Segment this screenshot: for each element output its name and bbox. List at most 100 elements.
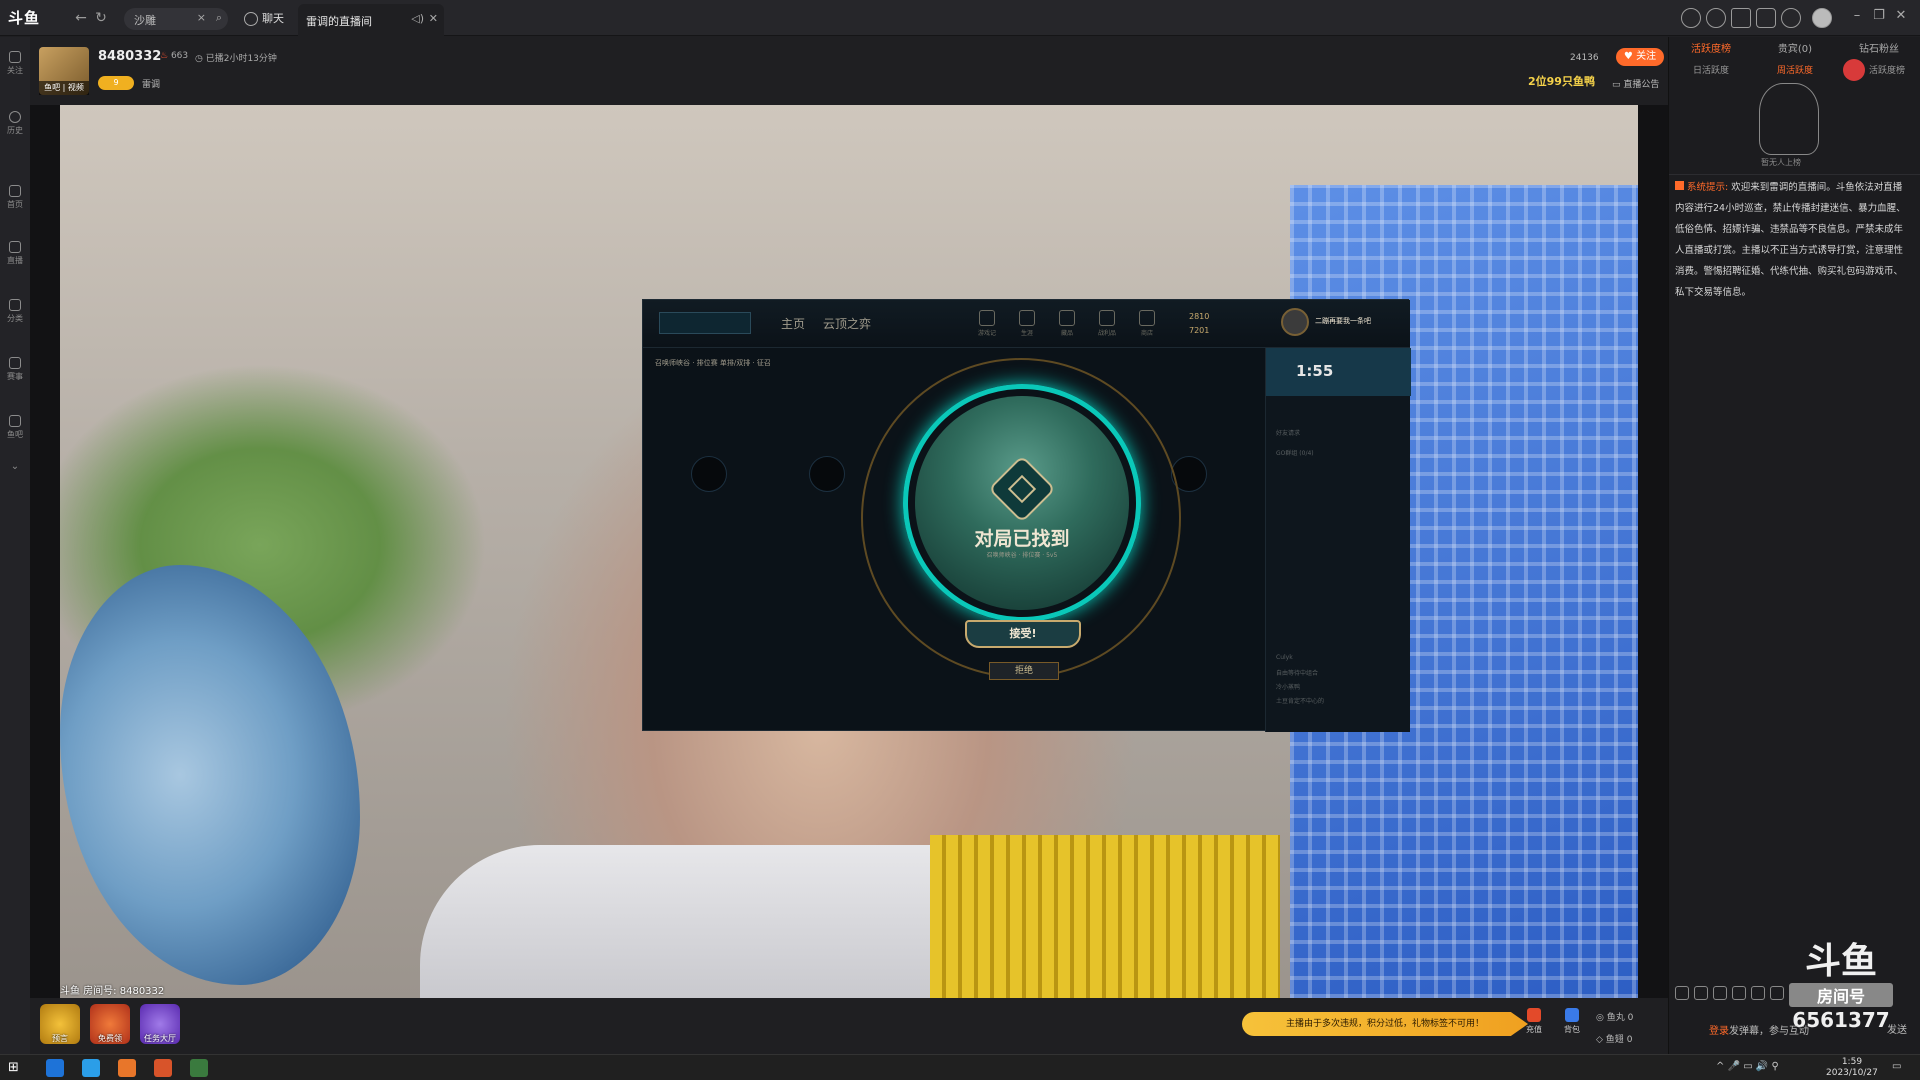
subtab-weekly[interactable]: 周活跃度 bbox=[1777, 63, 1813, 76]
tray-icons[interactable]: ^ 🎤 ▭ 🔊 ⚲ bbox=[1716, 1061, 1779, 1072]
bag-button[interactable]: 背包 bbox=[1558, 1008, 1586, 1044]
lol-icon-profile[interactable] bbox=[1019, 310, 1035, 326]
close-tab-icon[interactable]: ✕ bbox=[429, 12, 438, 25]
douyu-logo[interactable]: 斗鱼 bbox=[8, 7, 40, 28]
mute-icon[interactable]: ◁) bbox=[411, 12, 424, 25]
taskbar-app[interactable] bbox=[46, 1059, 64, 1077]
task-hall-icon[interactable]: 任务大厅 bbox=[140, 1004, 180, 1044]
lol-nav-tft[interactable]: 云顶之弈 bbox=[823, 315, 871, 332]
search-icon[interactable]: ⌕ bbox=[216, 11, 222, 25]
message-icon[interactable] bbox=[1756, 8, 1776, 28]
promo-banner[interactable]: 2位99只鱼鸭 bbox=[1528, 73, 1595, 89]
taskbar-app[interactable] bbox=[154, 1059, 172, 1077]
friend-row[interactable]: GO群组 (0/4) bbox=[1276, 448, 1396, 464]
minimize-icon[interactable]: – bbox=[1848, 8, 1866, 23]
chat-input[interactable]: 登录发弹幕，参与互动 bbox=[1709, 1022, 1809, 1037]
fans-badge[interactable]: 9 bbox=[98, 76, 134, 90]
chat-button[interactable]: 聊天 bbox=[240, 8, 292, 30]
chat-icon bbox=[244, 12, 258, 26]
favorite-icon[interactable] bbox=[1706, 8, 1726, 28]
friend-row[interactable]: 好友请求 bbox=[1276, 428, 1396, 444]
clock-time: 1:59 bbox=[1841, 1057, 1863, 1067]
windows-taskbar: ⊞ ^ 🎤 ▭ 🔊 ⚲ 1:59 2023/10/27 ▭ bbox=[0, 1054, 1920, 1080]
close-window-icon[interactable]: ✕ bbox=[1892, 8, 1910, 23]
lol-icon-records[interactable] bbox=[979, 310, 995, 326]
system-clock[interactable]: 1:59 2023/10/27 bbox=[1826, 1057, 1878, 1079]
sidebar-item-label: 关注 bbox=[7, 66, 23, 75]
lol-nav-home[interactable]: 主页 bbox=[781, 315, 805, 332]
restore-icon[interactable]: ❐ bbox=[1870, 8, 1888, 23]
sidebar-item-live[interactable]: 直播 bbox=[0, 241, 30, 266]
streamer-avatar[interactable]: 鱼吧 | 视频 bbox=[39, 47, 89, 95]
follow-button[interactable]: ♥ 关注 bbox=[1616, 48, 1664, 66]
subtab-activity[interactable]: 活跃度榜 bbox=[1869, 63, 1905, 76]
decline-button[interactable]: 拒绝 bbox=[989, 662, 1059, 680]
login-hint-text: 发弹幕，参与互动 bbox=[1729, 1026, 1809, 1037]
lol-queue-bar: 召唤师峡谷 · 排位赛 单排/双排 · 征召 bbox=[655, 359, 771, 367]
tab-activity-rank[interactable]: 活跃度榜 bbox=[1669, 41, 1753, 59]
room-number-overlay: 斗鱼 房间号: 8480332 bbox=[60, 986, 165, 997]
sidebar-item-follow[interactable]: 关注 bbox=[0, 51, 30, 76]
lol-icon-collection[interactable] bbox=[1059, 310, 1075, 326]
friend-row[interactable]: 土豆肯定不中心的 bbox=[1276, 696, 1396, 712]
sidebar-item-home[interactable]: 首页 bbox=[0, 185, 30, 210]
heat-count: ♨ 663 bbox=[160, 51, 188, 61]
taskbar-app[interactable] bbox=[190, 1059, 208, 1077]
lol-profile-name: 二蹦再要我一条吧 bbox=[1315, 317, 1371, 325]
sidebar-item-fishbar[interactable]: 鱼吧 bbox=[0, 415, 30, 440]
send-button[interactable]: 发送 bbox=[1887, 1021, 1907, 1036]
stream-header: 鱼吧 | 视频 8480332 ♨ 663 ◷ 已播2小时13分钟 9 雷调 2… bbox=[30, 37, 1668, 105]
streamer-name[interactable]: 雷调 bbox=[142, 77, 160, 90]
watermark-label: 房间号 bbox=[1789, 983, 1893, 1007]
follow-label: 关注 bbox=[1636, 51, 1657, 62]
crown-icon[interactable] bbox=[1713, 986, 1727, 1000]
settings-icon[interactable] bbox=[1781, 8, 1801, 28]
history-icon[interactable] bbox=[1681, 8, 1701, 28]
tab-diamond-fans[interactable]: 钻石粉丝 bbox=[1837, 41, 1920, 59]
lol-profile-icon[interactable] bbox=[1281, 308, 1309, 336]
lol-icon-store[interactable] bbox=[1139, 310, 1155, 326]
calendar-icon[interactable] bbox=[1731, 8, 1751, 28]
windows-start-icon[interactable]: ⊞ bbox=[8, 1059, 26, 1077]
badge-icon[interactable] bbox=[1732, 986, 1746, 1000]
bag-icon bbox=[1565, 1008, 1579, 1022]
recharge-button[interactable]: 充值 bbox=[1520, 1008, 1548, 1044]
sidebar-item-category[interactable]: 分类 bbox=[0, 299, 30, 324]
sidebar-item-esports[interactable]: 赛事 bbox=[0, 357, 30, 382]
clear-icon[interactable]: × bbox=[197, 11, 206, 24]
taskbar-app[interactable] bbox=[118, 1059, 136, 1077]
search-input[interactable]: 沙雕 × ⌕ bbox=[124, 8, 228, 30]
queue-timer: 1:55 bbox=[1296, 362, 1334, 380]
announcement-link[interactable]: ▭ 直播公告 bbox=[1612, 77, 1659, 90]
lol-party-slot bbox=[809, 456, 845, 492]
record-icon[interactable] bbox=[1843, 59, 1865, 81]
user-avatar[interactable] bbox=[1812, 8, 1832, 28]
violation-notice: 主播由于多次违规，积分过低，礼物标签不可用！ bbox=[1242, 1012, 1528, 1036]
sidebar-item-label: 首页 bbox=[7, 200, 23, 209]
system-message: 系统提示: 欢迎来到雷调的直播间。斗鱼依法对直播内容进行24小时巡查，禁止传播封… bbox=[1675, 177, 1911, 303]
lol-icon-loot[interactable] bbox=[1099, 310, 1115, 326]
megaphone-icon[interactable] bbox=[1694, 986, 1708, 1000]
prediction-icon[interactable]: 预言 bbox=[40, 1004, 80, 1044]
taskbar-app[interactable] bbox=[82, 1059, 100, 1077]
free-gift-icon[interactable]: 免费领 bbox=[90, 1004, 130, 1044]
sidebar-item-history[interactable]: 历史 bbox=[0, 111, 30, 136]
tab-live-room[interactable]: 雷调的直播间 ◁) ✕ bbox=[298, 4, 444, 36]
lol-queue-timer-card: 1:55 bbox=[1266, 348, 1411, 396]
left-sidebar: 关注 历史 首页 直播 分类 赛事 鱼吧 ⌄ bbox=[0, 37, 30, 1054]
sidebar-item-label: 分类 bbox=[7, 314, 23, 323]
lol-play-button[interactable] bbox=[659, 312, 751, 334]
back-icon[interactable]: ← bbox=[72, 9, 90, 27]
subtab-daily[interactable]: 日活跃度 bbox=[1693, 63, 1729, 76]
emoji-icon[interactable] bbox=[1675, 986, 1689, 1000]
chevron-down-icon[interactable]: ⌄ bbox=[0, 461, 30, 472]
notification-icon[interactable]: ▭ bbox=[1892, 1061, 1901, 1072]
accept-button[interactable]: 接受! bbox=[965, 620, 1081, 648]
sidebar-item-label: 直播 bbox=[7, 256, 23, 265]
home-icon bbox=[9, 185, 21, 197]
match-found-title: 对局已找到 bbox=[974, 528, 1070, 550]
refresh-icon[interactable]: ↻ bbox=[92, 9, 110, 27]
login-link[interactable]: 登录 bbox=[1709, 1026, 1729, 1037]
gift-icon[interactable] bbox=[1751, 986, 1765, 1000]
tab-vip[interactable]: 贵宾(0) bbox=[1753, 41, 1837, 59]
